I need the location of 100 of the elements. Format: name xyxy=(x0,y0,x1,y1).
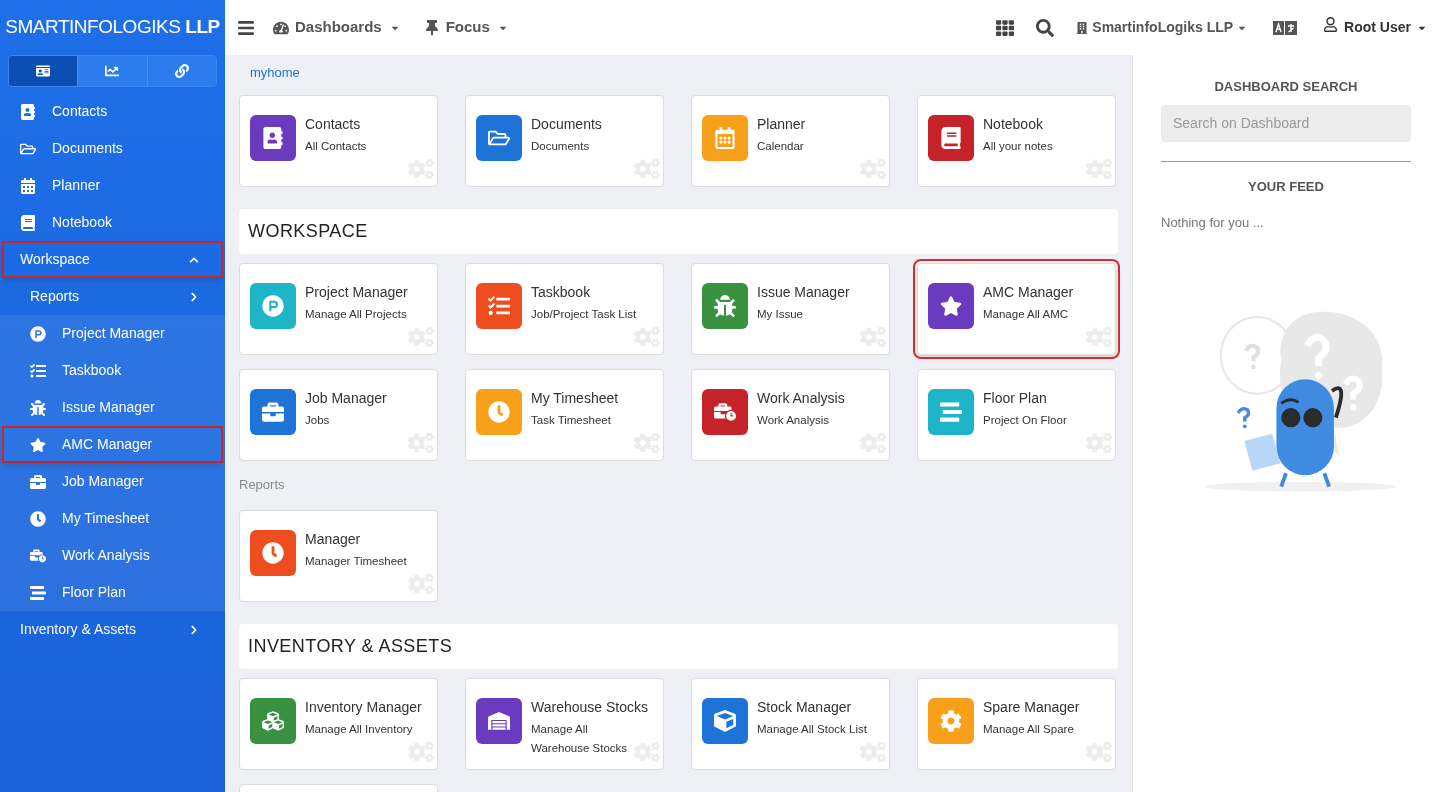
menu-group[interactable]: Inventory & Assets xyxy=(2,611,223,648)
app-card[interactable]: Issue Manager My Issue xyxy=(691,262,890,355)
section-title: WORKSPACE xyxy=(248,219,368,243)
app-subtitle: Manage All Stock List xyxy=(757,722,867,737)
nav-dropdown[interactable]: Focus xyxy=(423,16,508,39)
section-title: INVENTORY & ASSETS xyxy=(248,635,453,658)
app-title: Taskbook xyxy=(531,282,592,301)
app-title: Manager xyxy=(305,530,362,548)
app-subtitle: Task Timesheet xyxy=(531,412,611,428)
app-subtitle: Manage All Inventory xyxy=(305,722,413,737)
breadcrumb-link[interactable]: myhome xyxy=(250,63,300,83)
app-title: Contacts xyxy=(305,114,362,133)
briefcase-clock-icon xyxy=(30,547,46,564)
pin-icon xyxy=(423,19,440,36)
menu-item[interactable]: Notebook xyxy=(2,204,223,241)
briefcase-icon xyxy=(262,400,284,423)
search-icon[interactable] xyxy=(1036,18,1055,37)
company-dropdown[interactable]: SmartinfoLogiks LLP xyxy=(1076,17,1248,38)
menu-group[interactable]: Reports xyxy=(2,278,223,315)
app-title: Stock Manager xyxy=(757,698,853,716)
app-title: My Timesheet xyxy=(531,388,619,407)
user-icon xyxy=(1323,17,1339,32)
app-subtitle: Manage All Projects xyxy=(305,306,407,322)
app-subtitle: All Contacts xyxy=(305,138,367,154)
app-card[interactable]: Spare Manager Manage All Spare xyxy=(917,678,1116,770)
nav-dropdown[interactable]: Dashboards xyxy=(273,16,400,39)
book-icon xyxy=(940,126,962,149)
checklist-icon xyxy=(30,362,46,379)
app-card[interactable]: Manager Manager Timesheet xyxy=(239,510,438,602)
app-subtitle: Project On Floor xyxy=(983,412,1067,428)
cubes-icon xyxy=(262,710,284,732)
app-title: Issue Manager xyxy=(757,282,850,301)
app-card[interactable]: Work Analysis Work Analysis xyxy=(691,368,890,461)
app-title: Documents xyxy=(531,114,602,133)
calendar-icon xyxy=(714,126,736,149)
app-card[interactable]: Taskbook Job/Project Task List xyxy=(465,262,664,355)
user-dropdown[interactable]: Root User xyxy=(1323,17,1427,38)
app-subtitle: Calendar xyxy=(757,138,804,154)
bars-icon xyxy=(30,584,46,601)
translate-icon[interactable] xyxy=(1273,20,1298,35)
menu-group[interactable]: Workspace xyxy=(2,241,223,278)
app-card[interactable]: Job Manager Jobs xyxy=(239,368,438,461)
contact-book-icon xyxy=(20,103,36,120)
dashboard-search-field[interactable]: Search on Dashboard xyxy=(1161,104,1411,142)
menu-item[interactable]: Taskbook xyxy=(2,352,223,389)
calendar-icon xyxy=(20,177,36,194)
sidebar-tab[interactable] xyxy=(146,56,216,86)
clock-icon xyxy=(30,510,46,527)
link-icon xyxy=(174,64,189,78)
gear-icon xyxy=(940,710,962,732)
chevron-right-icon xyxy=(189,291,199,302)
menu-item[interactable]: AMC Manager xyxy=(2,426,223,463)
app-card[interactable]: Documents Documents xyxy=(465,94,664,187)
bug-icon xyxy=(714,294,736,317)
menu-item[interactable]: Job Manager xyxy=(2,463,223,500)
menu-item[interactable]: My Timesheet xyxy=(2,500,223,537)
app-card[interactable]: Notebook All your notes xyxy=(917,94,1116,187)
app-title: Work Analysis xyxy=(757,388,845,407)
apps-grid-icon[interactable] xyxy=(996,18,1015,37)
briefcase-icon xyxy=(30,473,46,490)
app-subtitle: Manage All Spare xyxy=(983,722,1074,737)
clock-icon xyxy=(488,400,510,423)
clock-icon xyxy=(262,542,284,564)
app-card[interactable]: My Timesheet Task Timesheet xyxy=(465,368,664,461)
panel-heading: DASHBOARD SEARCH xyxy=(1214,78,1358,96)
menu-item[interactable]: Work Analysis xyxy=(2,537,223,574)
app-card[interactable]: Planner Calendar xyxy=(691,94,890,187)
menu-item[interactable]: Documents xyxy=(2,130,223,167)
star-icon xyxy=(940,294,962,317)
brand-logo: SMARTINFOLOGIKS LLP xyxy=(5,15,220,40)
panel-heading: YOUR FEED xyxy=(1248,177,1324,196)
sidebar-tab[interactable] xyxy=(77,56,147,86)
app-subtitle: Manager Timesheet xyxy=(305,554,407,569)
menu-item[interactable]: Project Manager xyxy=(2,315,223,352)
briefcase-clock-icon xyxy=(714,400,736,423)
menu-item[interactable]: Planner xyxy=(2,167,223,204)
app-subtitle: Job/Project Task List xyxy=(531,306,637,322)
bug-icon xyxy=(30,399,46,416)
app-subtitle: Documents xyxy=(531,138,590,154)
chart-line-icon xyxy=(105,64,120,78)
app-card[interactable]: Warehouse Stocks Manage All Warehouse Stocks xyxy=(465,678,664,770)
app-card[interactable]: Contacts All Contacts xyxy=(239,94,438,187)
app-card[interactable]: Stock Manager Manage All Stock List xyxy=(691,678,890,770)
app-title: Notebook xyxy=(983,114,1044,133)
book-icon xyxy=(20,214,36,231)
menu-item[interactable]: Issue Manager xyxy=(2,389,223,426)
app-card[interactable]: Inventory Manager Manage All Inventory xyxy=(239,678,438,770)
cube-icon xyxy=(714,710,736,732)
menu-item[interactable]: Contacts xyxy=(2,93,223,130)
app-subtitle: Manage All AMC xyxy=(983,306,1068,322)
app-title: Floor Plan xyxy=(983,388,1048,407)
warehouse-icon xyxy=(488,710,510,732)
app-card[interactable]: Project Manager Manage All Projects xyxy=(239,262,438,355)
menu-icon[interactable] xyxy=(237,18,255,37)
app-title: Warehouse Stocks xyxy=(531,698,649,716)
menu-item[interactable]: Floor Plan xyxy=(2,574,223,611)
app-subtitle: Manage All Warehouse Stocks xyxy=(531,722,629,756)
sidebar-tab[interactable] xyxy=(9,56,78,86)
app-title: Job Manager xyxy=(305,388,387,407)
app-card[interactable]: Floor Plan Project On Floor xyxy=(917,368,1116,461)
